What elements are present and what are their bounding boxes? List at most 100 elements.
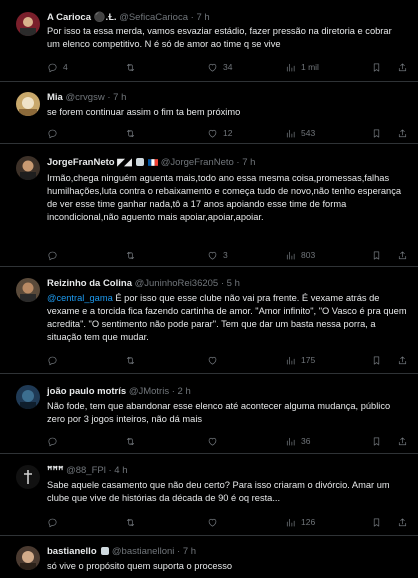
bookmark-button[interactable] [371, 249, 387, 261]
views-button[interactable]: 175 [285, 354, 315, 366]
user-name[interactable]: Reizinho da Colina [47, 278, 132, 289]
tweet-text: @central_gama É por isso que esse clube … [47, 292, 407, 344]
tweet-time[interactable]: 5 h [227, 278, 240, 289]
tweet-time[interactable]: 2 h [178, 386, 191, 397]
retweet-icon [125, 250, 136, 261]
share-button[interactable] [397, 249, 413, 261]
bookmark-button[interactable] [371, 61, 387, 73]
tweet[interactable]: A Carioca ⚫.Ɫ. @SeficaCarioca · 7 h Por … [0, 0, 418, 82]
avatar[interactable] [16, 546, 40, 570]
share-button[interactable] [397, 127, 413, 139]
bookmark-icon [371, 250, 382, 261]
views-button[interactable]: 543 [285, 127, 315, 139]
user-handle[interactable]: @JMotris [129, 386, 169, 397]
reply-button[interactable] [47, 127, 63, 139]
tweet-header: Mia @crvgsw · 7 h [47, 92, 127, 103]
reply-button[interactable] [47, 435, 63, 447]
like-count: 3 [223, 250, 228, 260]
tweet-actions: 12 543 [47, 127, 409, 139]
avatar[interactable] [16, 12, 40, 36]
bookmark-icon [371, 355, 382, 366]
tweet[interactable]: JorgeFranNeto ◤◢ @JorgeFranNeto · 7 h Ir… [0, 144, 418, 267]
tweet[interactable]: ꟸꟸꟸ @88_FPl · 4 h Sabe aquele casamento … [0, 454, 418, 536]
tweet[interactable]: bastianello @bastianelloni · 7 h só vive… [0, 536, 418, 578]
views-button[interactable]: 36 [285, 435, 310, 447]
like-button[interactable] [207, 354, 223, 366]
user-handle[interactable]: @crvgsw [65, 92, 104, 103]
tweet-text: Não fode, tem que abandonar esse elenco … [47, 401, 391, 424]
tweet-text: só vive o propósito quem suporta o proce… [47, 561, 233, 571]
share-icon [397, 355, 408, 366]
user-handle[interactable]: @88_FPl [66, 465, 106, 476]
verified-badge-icon [101, 547, 110, 555]
avatar[interactable] [16, 465, 40, 489]
reply-button[interactable] [47, 516, 63, 528]
tweet[interactable]: Reizinho da Colina @JuninhoRei36205 · 5 … [0, 267, 418, 374]
retweet-icon [125, 517, 136, 528]
tweet-time[interactable]: 7 h [113, 92, 126, 103]
tweet-time[interactable]: 7 h [196, 12, 209, 23]
reply-button[interactable]: 4 [47, 61, 68, 73]
avatar[interactable] [16, 92, 40, 116]
views-button[interactable]: 126 [285, 516, 315, 528]
tweet[interactable]: joão paulo motrís @JMotris · 2 h Não fod… [0, 374, 418, 454]
tweet-time[interactable]: 4 h [114, 465, 127, 476]
bookmark-button[interactable] [371, 354, 387, 366]
share-button[interactable] [397, 354, 413, 366]
retweet-button[interactable] [125, 127, 141, 139]
retweet-button[interactable] [125, 435, 141, 447]
like-button[interactable]: 34 [207, 61, 232, 73]
user-name[interactable]: bastianello [47, 546, 97, 557]
bookmark-button[interactable] [371, 127, 387, 139]
avatar-image [16, 465, 40, 489]
reply-count: 4 [63, 62, 68, 72]
tweet-actions: 36 [47, 435, 409, 447]
user-handle[interactable]: @JorgeFranNeto [161, 157, 234, 168]
retweet-button[interactable] [125, 354, 141, 366]
views-count: 543 [301, 128, 316, 138]
user-handle[interactable]: @bastianelloni [112, 546, 174, 557]
avatar[interactable] [16, 385, 40, 409]
avatar-image [16, 278, 40, 302]
like-button[interactable] [207, 435, 223, 447]
share-icon [397, 436, 408, 447]
tweet-time[interactable]: 7 h [183, 546, 196, 557]
like-button[interactable]: 3 [207, 249, 228, 261]
avatar-image [16, 12, 40, 36]
share-button[interactable] [397, 61, 413, 73]
views-icon [285, 250, 296, 261]
retweet-button[interactable] [125, 516, 141, 528]
retweet-icon [125, 128, 136, 139]
user-name[interactable]: joão paulo motrís [47, 386, 126, 397]
bookmark-button[interactable] [371, 435, 387, 447]
bookmark-button[interactable] [371, 516, 387, 528]
views-button[interactable]: 803 [285, 249, 315, 261]
share-button[interactable] [397, 516, 413, 528]
reply-button[interactable] [47, 354, 63, 366]
views-count: 175 [301, 355, 316, 365]
user-handle[interactable]: @JuninhoRei36205 [135, 278, 219, 289]
user-name[interactable]: JorgeFranNeto [47, 157, 115, 168]
tweet-actions: 3 803 [47, 249, 409, 261]
views-button[interactable]: 1 mil [285, 61, 319, 73]
share-button[interactable] [397, 435, 413, 447]
like-button[interactable] [207, 516, 223, 528]
retweet-button[interactable] [125, 61, 141, 73]
like-button[interactable]: 12 [207, 127, 232, 139]
tweet-header: ꟸꟸꟸ @88_FPl · 4 h [47, 465, 128, 476]
mention-link[interactable]: @central_gama [47, 293, 113, 303]
reply-button[interactable] [47, 249, 63, 261]
avatar[interactable] [16, 278, 40, 302]
user-handle[interactable]: @SeficaCarioca [119, 12, 188, 23]
user-name[interactable]: Mia [47, 92, 63, 103]
avatar[interactable] [16, 156, 40, 180]
user-name[interactable]: A Carioca [47, 12, 91, 23]
views-count: 1 mil [301, 62, 319, 72]
tweet[interactable]: Mia @crvgsw · 7 h se forem continuar ass… [0, 82, 418, 144]
avatar-image [16, 156, 40, 180]
user-name[interactable]: ꟸꟸꟸ [47, 465, 63, 476]
share-icon [397, 517, 408, 528]
tweet-time[interactable]: 7 h [242, 157, 255, 168]
retweet-button[interactable] [125, 249, 141, 261]
retweet-icon [125, 62, 136, 73]
